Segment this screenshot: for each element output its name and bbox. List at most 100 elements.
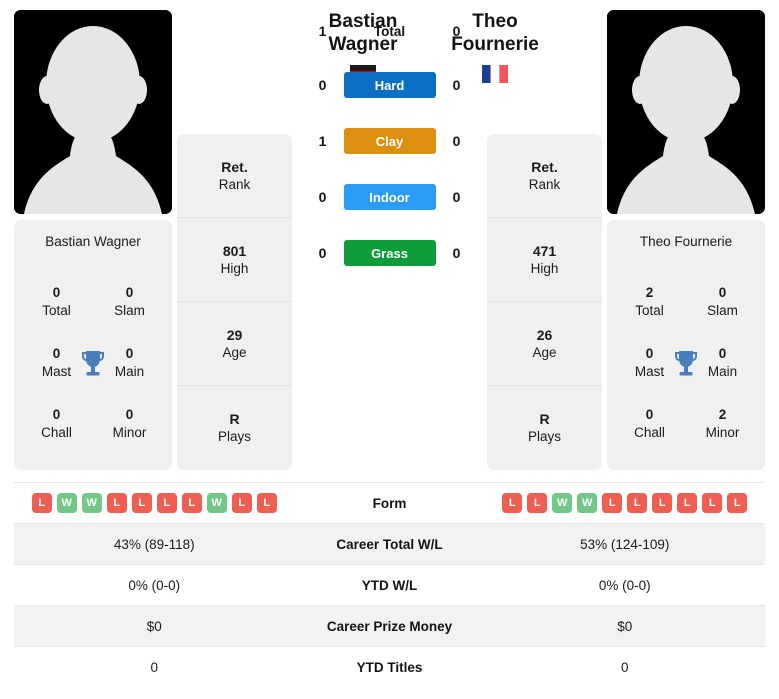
left-ytd-wl: 0% (0-0): [128, 577, 181, 593]
left-titles-minor-value: 0: [125, 407, 134, 423]
left-player-avatar: [14, 10, 172, 214]
left-high-label: High: [220, 260, 249, 276]
form-badge-loss: L: [31, 493, 52, 513]
left-high-value: 801: [222, 242, 247, 259]
form-badge-loss: L: [627, 493, 648, 513]
right-plays-label: Plays: [527, 429, 561, 445]
left-titles-slam-value: 0: [125, 285, 134, 301]
right-titles-total-label: Total: [635, 302, 664, 318]
right-rank-value: Ret.: [531, 158, 558, 175]
right-titles-chall-label: Chall: [634, 424, 665, 440]
right-titles-total-value: 2: [645, 285, 654, 301]
right-plays-cell: R Plays: [487, 386, 602, 470]
surface-badge-clay[interactable]: Clay: [343, 128, 436, 155]
h2h-clay-right-score: 0: [452, 133, 461, 150]
left-titles-total: 0 Total: [20, 284, 93, 319]
right-player-avatar: [607, 10, 765, 214]
h2h-grass-right-score: 0: [452, 245, 461, 262]
row-label-ytd-titles: YTD Titles: [356, 659, 423, 675]
trophy-icon: [673, 349, 699, 377]
left-rank-label: Rank: [218, 176, 251, 192]
right-high-cell: 471 High: [487, 218, 602, 302]
left-titles-grid: 0 Total 0 Slam 0 Mast 0 Main 0 Chall 0 M…: [20, 271, 166, 454]
right-career-total-wl: 53% (124-109): [580, 536, 670, 552]
h2h-clay-left-score: 1: [318, 133, 327, 150]
left-titles-chall: 0 Chall: [20, 406, 93, 441]
form-badge-loss: L: [677, 493, 698, 513]
right-rank-panel: Ret. Rank 471 High 26 Age R Plays: [487, 10, 602, 470]
form-badge-win: W: [552, 493, 573, 513]
left-titles-chall-value: 0: [52, 407, 61, 423]
left-titles-total-label: Total: [42, 302, 71, 318]
form-badge-loss: L: [231, 493, 252, 513]
form-badge-loss: L: [727, 493, 748, 513]
right-form-strip: LLWWLLLLLL: [485, 493, 766, 513]
left-rank-panel: Ret. Rank 801 High 29 Age R Plays: [177, 10, 292, 470]
h2h-row-total: 1 Total 0: [302, 17, 478, 45]
comparison-header: Bastian Wagner 0 Total 0 Slam 0 Mast 0 M…: [0, 0, 779, 470]
right-titles-minor: 2 Minor: [686, 406, 759, 441]
left-titles-minor-label: Minor: [112, 424, 147, 440]
right-rank-label: Rank: [528, 176, 561, 192]
left-plays-value: R: [229, 411, 240, 428]
h2h-hard-left-score: 0: [318, 77, 327, 94]
form-badge-loss: L: [502, 493, 523, 513]
right-age-value: 26: [536, 326, 553, 343]
surface-badge-indoor[interactable]: Indoor: [343, 184, 436, 211]
form-badge-win: W: [56, 493, 77, 513]
left-plays-cell: R Plays: [177, 386, 292, 470]
right-titles-total: 2 Total: [613, 284, 686, 319]
right-titles-slam-label: Slam: [707, 302, 738, 318]
h2h-total-label: Total: [373, 23, 406, 39]
left-age-cell: 29 Age: [177, 302, 292, 386]
right-player-panel: Theo Fournerie 2 Total 0 Slam 0 Mast 0 M…: [607, 10, 765, 470]
right-ytd-titles: 0: [620, 659, 629, 675]
table-row-form: LWWLLLLWLL Form LLWWLLLLLL: [14, 482, 765, 523]
right-form-cell: LLWWLLLLLL: [485, 493, 766, 513]
left-titles-total-value: 0: [52, 285, 61, 301]
h2h-row-hard: 0 Hard 0: [302, 71, 478, 99]
form-badge-loss: L: [527, 493, 548, 513]
left-high-cell: 801 High: [177, 218, 292, 302]
left-form-strip: LWWLLLLWLL: [14, 493, 295, 513]
player-silhouette-icon: [14, 10, 172, 214]
form-badge-loss: L: [181, 493, 202, 513]
player-silhouette-icon: [607, 10, 765, 214]
surface-badge-grass[interactable]: Grass: [343, 240, 436, 267]
right-titles-card: Theo Fournerie 2 Total 0 Slam 0 Mast 0 M…: [607, 220, 765, 470]
right-titles-minor-label: Minor: [705, 424, 740, 440]
form-badge-win: W: [81, 493, 102, 513]
h2h-grass-left-score: 0: [318, 245, 327, 262]
right-titles-minor-value: 2: [718, 407, 727, 423]
left-titles-player-name: Bastian Wagner: [45, 234, 141, 249]
head-to-head-panel: Bastian Wagner Theo Fournerie 1 Total 0 …: [297, 10, 539, 295]
right-high-value: 471: [532, 242, 557, 259]
left-titles-slam-label: Slam: [114, 302, 145, 318]
left-titles-chall-label: Chall: [41, 424, 72, 440]
row-label-career-prize-money: Career Prize Money: [326, 618, 453, 634]
left-ytd-titles: 0: [150, 659, 158, 675]
right-titles-player-name: Theo Fournerie: [639, 234, 733, 249]
h2h-indoor-left-score: 0: [318, 189, 327, 206]
player-comparison-page: Bastian Wagner 0 Total 0 Slam 0 Mast 0 M…: [0, 0, 779, 699]
form-badge-win: W: [206, 493, 227, 513]
right-age-label: Age: [532, 344, 557, 360]
table-row-ytd-wl: 0% (0-0) YTD W/L 0% (0-0): [14, 564, 765, 605]
left-rank-card: Ret. Rank 801 High 29 Age R Plays: [177, 134, 292, 470]
h2h-total-left-score: 1: [318, 23, 327, 40]
left-titles-slam: 0 Slam: [93, 284, 166, 319]
left-titles-minor: 0 Minor: [93, 406, 166, 441]
right-plays-value: R: [539, 411, 550, 428]
form-badge-loss: L: [156, 493, 177, 513]
table-row-career-total-wl: 43% (89-118) Career Total W/L 53% (124-1…: [14, 523, 765, 564]
head-to-head-rows: 1 Total 0 0 Hard 0 1 Clay 0 0 Indoor 0 0…: [297, 17, 482, 295]
row-label-career-total-wl: Career Total W/L: [336, 536, 443, 552]
left-titles-card: Bastian Wagner 0 Total 0 Slam 0 Mast 0 M…: [14, 220, 172, 470]
trophy-icon: [80, 349, 106, 377]
right-high-label: High: [530, 260, 559, 276]
row-label-ytd-wl: YTD W/L: [361, 577, 418, 593]
h2h-row-indoor: 0 Indoor 0: [302, 183, 478, 211]
h2h-indoor-right-score: 0: [452, 189, 461, 206]
h2h-hard-right-score: 0: [452, 77, 461, 94]
surface-badge-hard[interactable]: Hard: [343, 72, 436, 99]
